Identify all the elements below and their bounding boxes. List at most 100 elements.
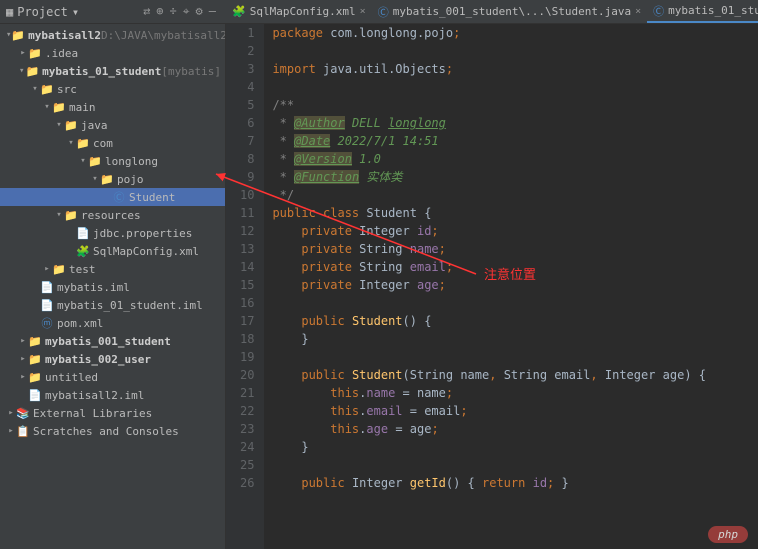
tree-item-untitled[interactable]: ▸📁untitled [0, 368, 225, 386]
tree-item-java[interactable]: ▾📁java [0, 116, 225, 134]
code-line[interactable] [272, 42, 750, 60]
tree-item-mybatisall2-iml[interactable]: 📄mybatisall2.iml [0, 386, 225, 404]
toolbar-icon-4[interactable]: ⚙ [196, 4, 203, 19]
tree-item-com[interactable]: ▾📁com [0, 134, 225, 152]
tree-item-src[interactable]: ▾📁src [0, 80, 225, 98]
tree-arrow-icon[interactable]: ▾ [6, 30, 11, 40]
project-icon: ▦ [6, 5, 13, 19]
tree-node-label: resources [81, 209, 141, 222]
file-icon: Ⓒ [378, 4, 389, 20]
code-line[interactable]: this.name = name; [272, 384, 750, 402]
tree-node-icon: 🧩 [76, 245, 90, 258]
tree-node-label: main [69, 101, 96, 114]
tree-arrow-icon[interactable]: ▸ [6, 408, 16, 418]
tree-node-label: jdbc.properties [93, 227, 192, 240]
code-line[interactable]: * @Function 实体类 [272, 168, 750, 186]
tree-arrow-icon[interactable]: ▸ [18, 48, 28, 58]
tree-item-longlong[interactable]: ▾📁longlong [0, 152, 225, 170]
tree-item-scratches-and-consoles[interactable]: ▸📋Scratches and Consoles [0, 422, 225, 440]
code-line[interactable] [272, 348, 750, 366]
tree-arrow-icon[interactable]: ▾ [30, 84, 40, 94]
code-line[interactable]: private String name; [272, 240, 750, 258]
code-line[interactable]: public Student(String name, String email… [272, 366, 750, 384]
code-line[interactable]: this.email = email; [272, 402, 750, 420]
tree-arrow-icon[interactable]: ▸ [18, 372, 28, 382]
line-number: 2 [240, 42, 254, 60]
project-tree[interactable]: ▾📁mybatisall2 D:\JAVA\mybatisall2▸📁.idea… [0, 24, 226, 549]
code-line[interactable]: import java.util.Objects; [272, 60, 750, 78]
tree-item-mybatis-01-student[interactable]: ▾📁mybatis_01_student [mybatis] [0, 62, 225, 80]
tree-item-mybatis-001-student[interactable]: ▸📁mybatis_001_student [0, 332, 225, 350]
tree-item-mybatis-01-student-iml[interactable]: 📄mybatis_01_student.iml [0, 296, 225, 314]
line-number: 24 [240, 438, 254, 456]
code-line[interactable]: } [272, 438, 750, 456]
code-line[interactable] [272, 78, 750, 96]
tree-node-label: mybatis_01_student [42, 65, 161, 78]
code-line[interactable]: * @Date 2022/7/1 14:51 [272, 132, 750, 150]
tree-arrow-icon[interactable]: ▾ [18, 66, 25, 76]
code-line[interactable] [272, 294, 750, 312]
tree-arrow-icon[interactable]: ▸ [18, 336, 28, 346]
close-icon[interactable]: × [360, 6, 366, 17]
tree-item-mybatis-002-user[interactable]: ▸📁mybatis_002_user [0, 350, 225, 368]
tree-node-icon: 📄 [28, 389, 42, 402]
file-icon: Ⓒ [653, 3, 664, 19]
tree-node-icon: 📁 [28, 47, 42, 60]
project-dropdown[interactable]: ▦ Project ▾ [0, 5, 85, 19]
tree-arrow-icon[interactable]: ▸ [18, 354, 28, 364]
code-line[interactable]: * @Author DELL longlong [272, 114, 750, 132]
tree-arrow-icon[interactable]: ▸ [6, 426, 16, 436]
tree-item-pojo[interactable]: ▾📁pojo [0, 170, 225, 188]
code-line[interactable]: package com.longlong.pojo; [272, 24, 750, 42]
toolbar-icon-0[interactable]: ⇄ [143, 4, 150, 19]
tree-node-icon: 📁 [76, 137, 90, 150]
tree-arrow-icon[interactable]: ▸ [42, 264, 52, 274]
code-line[interactable] [272, 456, 750, 474]
code-line[interactable]: * @Version 1.0 [272, 150, 750, 168]
tree-node-icon: ⓜ [40, 315, 54, 331]
code-line[interactable]: public Student() { [272, 312, 750, 330]
code-line[interactable]: */ [272, 186, 750, 204]
toolbar-icon-3[interactable]: ⌖ [183, 4, 190, 19]
tree-node-icon: 📁 [28, 353, 42, 366]
code-area[interactable]: package com.longlong.pojo; import java.ut… [264, 24, 758, 549]
tree-arrow-icon[interactable]: ▾ [54, 210, 64, 220]
tree-item-jdbc-properties[interactable]: 📄jdbc.properties [0, 224, 225, 242]
code-line[interactable]: /** [272, 96, 750, 114]
tree-node-label: mybatis_002_user [45, 353, 151, 366]
toolbar-icon-1[interactable]: ⊕ [156, 4, 163, 19]
toolbar-icon-5[interactable]: — [209, 4, 216, 19]
tree-item-sqlmapconfig-xml[interactable]: 🧩SqlMapConfig.xml [0, 242, 225, 260]
tree-item-resources[interactable]: ▾📁resources [0, 206, 225, 224]
code-line[interactable]: this.age = age; [272, 420, 750, 438]
file-icon: 🧩 [232, 5, 246, 18]
tree-node-icon: 📁 [64, 119, 78, 132]
tree-item-mybatisall2[interactable]: ▾📁mybatisall2 D:\JAVA\mybatisall2 [0, 26, 225, 44]
code-line[interactable]: public class Student { [272, 204, 750, 222]
tree-item-pom-xml[interactable]: ⓜpom.xml [0, 314, 225, 332]
tree-item--idea[interactable]: ▸📁.idea [0, 44, 225, 62]
tree-arrow-icon[interactable]: ▾ [78, 156, 88, 166]
tree-node-label: pom.xml [57, 317, 103, 330]
editor-tab-2[interactable]: Ⓒmybatis_01_student\...\Student.java× [647, 0, 758, 23]
close-icon[interactable]: × [635, 6, 641, 17]
tree-item-external-libraries[interactable]: ▸📚External Libraries [0, 404, 225, 422]
editor-tab-1[interactable]: Ⓒmybatis_001_student\...\Student.java× [372, 0, 647, 23]
tree-item-main[interactable]: ▾📁main [0, 98, 225, 116]
tree-arrow-icon[interactable]: ▾ [42, 102, 52, 112]
toolbar-icon-2[interactable]: ÷ [170, 4, 177, 19]
tree-item-mybatis-iml[interactable]: 📄mybatis.iml [0, 278, 225, 296]
code-line[interactable]: private Integer id; [272, 222, 750, 240]
line-number: 16 [240, 294, 254, 312]
tree-arrow-icon[interactable]: ▾ [90, 174, 100, 184]
tree-item-test[interactable]: ▸📁test [0, 260, 225, 278]
tree-item-student[interactable]: ⒸStudent [0, 188, 225, 206]
tree-node-icon: 📁 [64, 209, 78, 222]
code-editor[interactable]: 1234567891011121314151617181920212223242… [226, 24, 758, 549]
editor-tab-0[interactable]: 🧩SqlMapConfig.xml× [226, 0, 372, 23]
code-line[interactable]: } [272, 330, 750, 348]
tree-arrow-icon[interactable]: ▾ [66, 138, 76, 148]
tree-arrow-icon[interactable]: ▾ [54, 120, 64, 130]
code-line[interactable]: public Integer getId() { return id; } [272, 474, 750, 492]
line-number: 7 [240, 132, 254, 150]
